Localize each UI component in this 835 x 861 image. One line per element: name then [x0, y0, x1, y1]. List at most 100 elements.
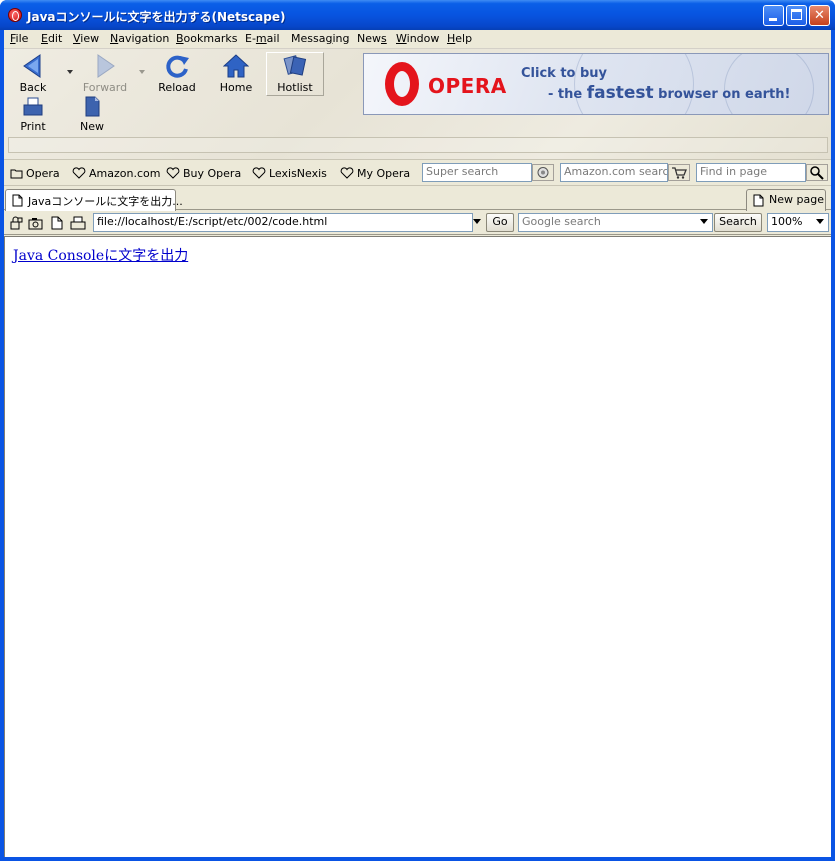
personal-bar-item-amazon[interactable]: Amazon.com	[72, 167, 160, 180]
menu-item[interactable]: News	[357, 32, 387, 45]
tab-active-title: Javaコンソールに文字を出力...	[28, 195, 183, 208]
amazon-search-button[interactable]	[668, 164, 690, 181]
camera-icon[interactable]	[28, 216, 43, 230]
personal-bar: Opera Amazon.com Buy Opera LexisNexis My…	[4, 161, 831, 186]
menu-item-label: ile	[15, 32, 29, 45]
forward-label: Forward	[82, 81, 128, 94]
maximize-button[interactable]	[786, 5, 807, 26]
menu-item-accelerator: B	[176, 32, 184, 45]
search-button[interactable]: Search	[714, 213, 762, 232]
banner-tagline-emphasis: fastest	[586, 83, 654, 103]
new-page-button[interactable]: New	[65, 96, 119, 133]
printer-icon	[20, 96, 46, 118]
menu-item[interactable]: Window	[396, 32, 439, 45]
personal-bar-item-label: My Opera	[357, 167, 411, 180]
menu-bar: File Edit View Navigation Bookmarks E-mail Mes…	[4, 30, 831, 49]
browser-window: Javaコンソールに文字を出力する(Netscape) ✕ File Edit Vi…	[0, 0, 835, 861]
menu-item[interactable]: E-mail	[245, 32, 280, 45]
hotlist-button[interactable]: Hotlist	[268, 53, 322, 94]
forward-button[interactable]: Forward	[78, 53, 132, 94]
menu-item-label: indow	[406, 32, 440, 45]
hotlist-cards-icon	[282, 53, 308, 79]
new-label: New	[80, 120, 104, 133]
zoom-dropdown-icon[interactable]	[812, 213, 827, 230]
search-globe-icon	[537, 167, 549, 178]
window-title: Javaコンソールに文字を出力する(Netscape)	[27, 10, 286, 24]
new-page-tab-button[interactable]: New page	[746, 189, 826, 211]
menu-item[interactable]: Messaging	[291, 32, 349, 45]
home-button[interactable]: Home	[209, 53, 263, 94]
url-input[interactable]: file://localhost/E:/script/etc/002/code.…	[93, 213, 473, 232]
back-button[interactable]: Back	[6, 53, 60, 94]
forward-history-dropdown-icon[interactable]	[139, 70, 145, 74]
personal-bar-item-my-opera[interactable]: My Opera	[340, 167, 410, 180]
print-label: Print	[20, 120, 46, 133]
main-toolbar: Back Forward Reload Home Hotlist Print N…	[4, 49, 831, 160]
shopping-cart-icon	[672, 167, 687, 179]
back-label: Back	[19, 81, 47, 94]
minimize-button[interactable]	[763, 5, 784, 26]
super-search-input[interactable]: Super search	[422, 163, 532, 182]
address-bar: file://localhost/E:/script/etc/002/code.…	[4, 211, 831, 235]
back-history-dropdown-icon[interactable]	[67, 70, 73, 74]
browser-client-area: File Edit View Navigation Bookmarks E-mail Mes…	[4, 30, 831, 857]
menu-item[interactable]: Bookmarks	[176, 32, 237, 45]
home-label: Home	[219, 81, 253, 94]
security-lock-icon[interactable]	[9, 216, 23, 230]
back-arrow-icon	[20, 53, 46, 79]
print-preview-icon[interactable]	[70, 216, 86, 230]
url-history-dropdown-icon[interactable]	[469, 213, 484, 230]
page-tab-bar: Javaコンソールに文字を出力... New page	[4, 187, 831, 211]
opera-app-icon[interactable]	[8, 8, 22, 22]
minimize-icon	[769, 18, 777, 21]
reload-icon	[164, 53, 190, 79]
heart-bookmark-icon	[166, 167, 180, 179]
menu-item[interactable]: View	[73, 32, 99, 45]
reload-button[interactable]: Reload	[150, 53, 204, 94]
google-search-dropdown-icon[interactable]	[696, 213, 711, 230]
menu-item-accelerator: s	[381, 32, 387, 45]
menu-item-label: ookmarks	[183, 32, 238, 45]
folder-icon	[10, 169, 23, 179]
menu-item[interactable]: Edit	[41, 32, 62, 45]
find-in-page-button[interactable]	[806, 164, 828, 181]
menu-item-label: New	[357, 32, 381, 45]
personal-bar-item-label: Amazon.com	[89, 167, 161, 180]
menu-item[interactable]: File	[10, 32, 28, 45]
personal-bar-item-opera[interactable]: Opera	[10, 167, 60, 180]
menu-item-label: iew	[80, 32, 100, 45]
amazon-search-input[interactable]: Amazon.com search	[560, 163, 668, 182]
menu-item-accelerator: E	[41, 32, 48, 45]
menu-item-label: E-	[245, 32, 256, 45]
home-icon	[222, 53, 250, 79]
opera-ad-banner[interactable]: OPERA Click to buy - the fastest browser…	[363, 53, 829, 115]
personal-bar-item-buy-opera[interactable]: Buy Opera	[166, 167, 241, 180]
page-info-icon[interactable]	[51, 216, 63, 230]
find-in-page-input[interactable]: Find in page	[696, 163, 806, 182]
menu-item[interactable]: Help	[447, 32, 472, 45]
close-button[interactable]: ✕	[809, 5, 830, 26]
maximize-icon	[791, 9, 802, 20]
google-search-input[interactable]: Google search	[518, 213, 713, 232]
new-document-icon	[79, 96, 105, 118]
java-console-link[interactable]: Java Consoleに文字を出力	[13, 245, 188, 265]
personal-bar-item-label: Opera	[26, 167, 60, 180]
menu-item-accelerator: N	[110, 32, 119, 45]
tab-active-page[interactable]: Javaコンソールに文字を出力...	[5, 189, 183, 211]
menu-item[interactable]: Navigation	[110, 32, 169, 45]
go-button[interactable]: Go	[486, 213, 514, 232]
new-page-label: New page	[769, 193, 824, 206]
menu-item-label: elp	[455, 32, 473, 45]
reload-label: Reload	[158, 81, 196, 94]
banner-tagline-post: browser on earth!	[653, 87, 791, 102]
menu-item-accelerator: m	[255, 32, 267, 45]
banner-headline: Click to buy	[521, 66, 608, 81]
personal-bar-item-lexisnexis[interactable]: LexisNexis	[252, 167, 327, 180]
print-button[interactable]: Print	[6, 96, 60, 133]
heart-bookmark-icon	[340, 167, 354, 179]
super-search-button[interactable]	[532, 164, 554, 181]
title-bar[interactable]: Javaコンソールに文字を出力する(Netscape) ✕	[0, 0, 835, 30]
personal-bar-item-label: LexisNexis	[269, 167, 327, 180]
heart-bookmark-icon	[72, 167, 86, 179]
toolbar-spacer-strip	[8, 137, 828, 153]
